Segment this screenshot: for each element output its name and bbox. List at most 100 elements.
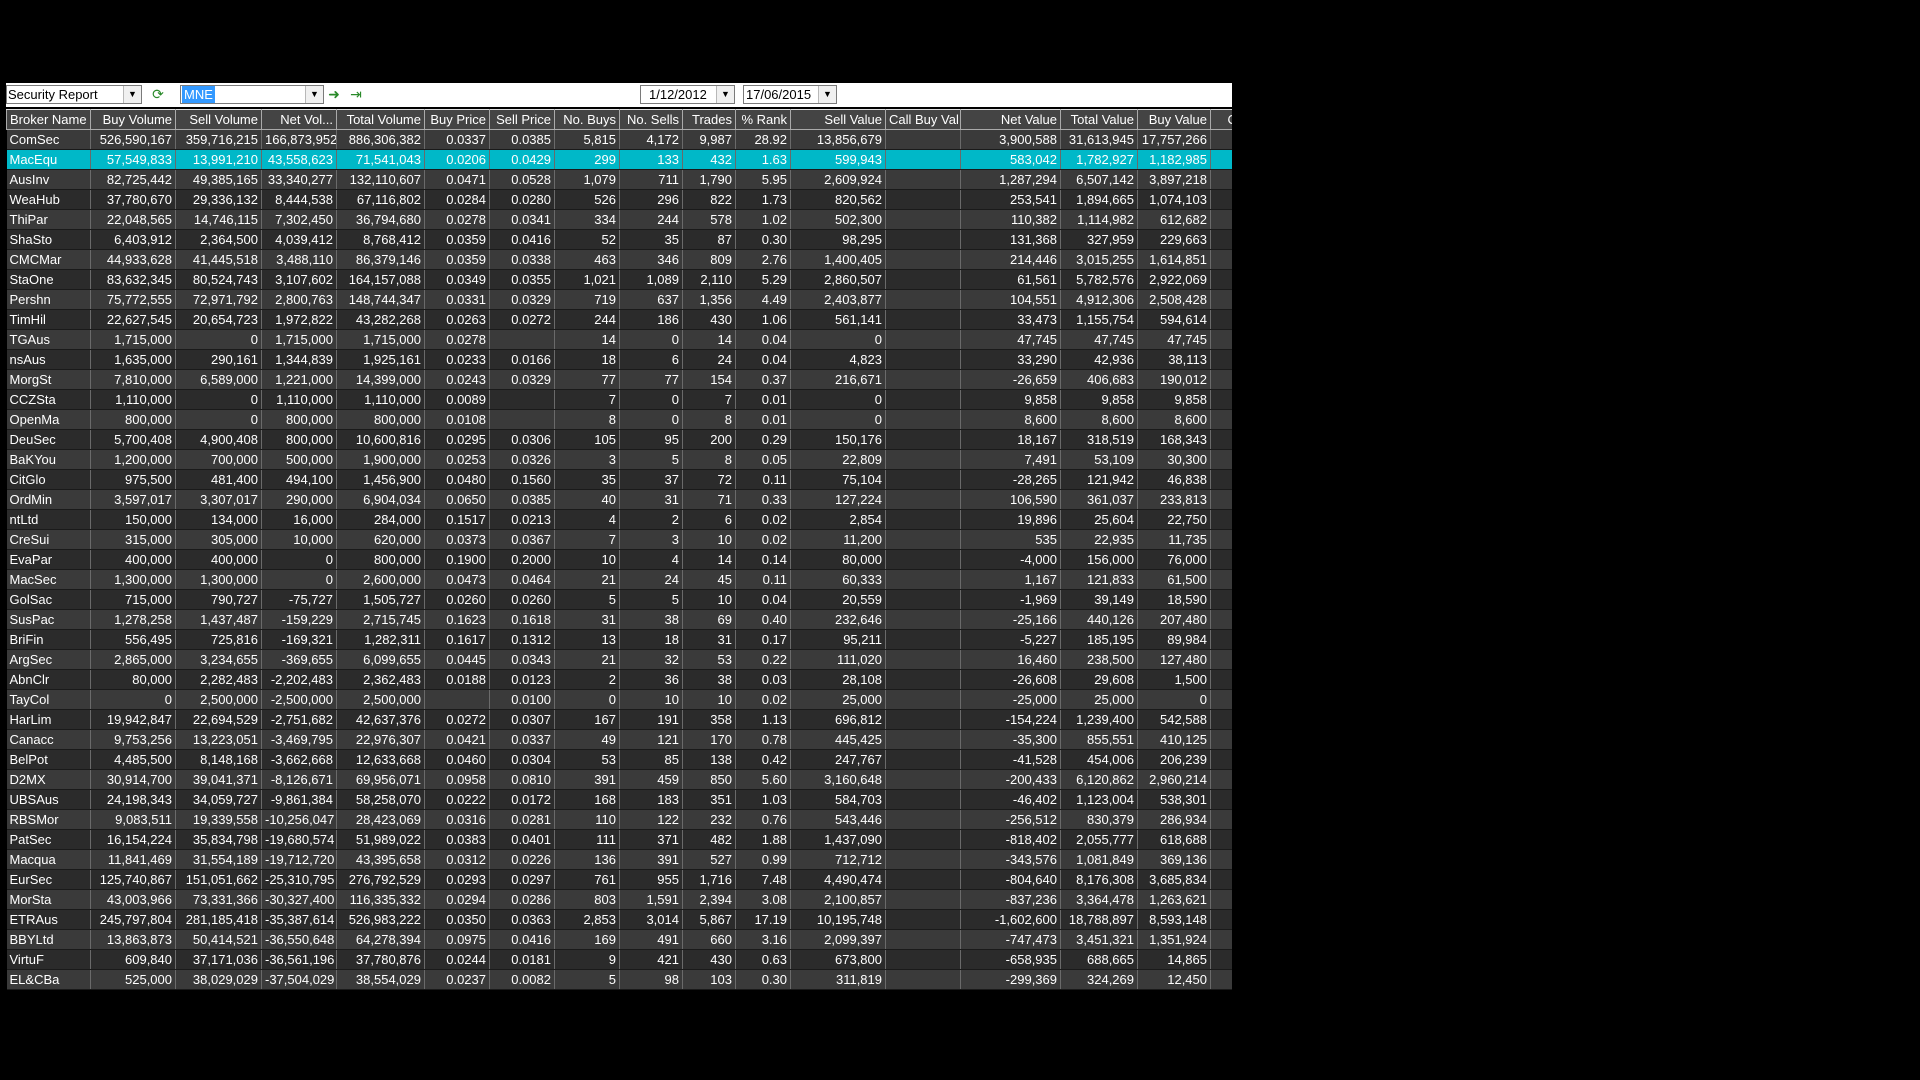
table-row[interactable]: BBYLtd 13,863,873 50,414,521 -36,550,648 64,… <box>6 929 1232 950</box>
table-row[interactable]: CMCMar 44,933,628 41,445,518 3,488,110 86,37… <box>6 249 1232 270</box>
table-row[interactable]: ntLtd 150,000 134,000 16,000 284,000 0.1517 0.… <box>6 509 1232 530</box>
chevron-down-icon[interactable]: ▼ <box>305 86 323 103</box>
column-header[interactable]: Buy Value <box>1137 109 1211 130</box>
table-row[interactable]: GolSac 715,000 790,727 -75,727 1,505,727 0.02… <box>6 589 1232 610</box>
table-row[interactable]: Macqua 11,841,469 31,554,189 -19,712,720 43,… <box>6 849 1232 870</box>
column-header[interactable]: Net Vol... <box>261 109 337 130</box>
table-cell <box>1210 789 1232 810</box>
table-row[interactable]: ComSec 526,590,167 359,716,215 166,873,952 8… <box>6 129 1232 150</box>
table-row[interactable]: StaOne 83,632,345 80,524,743 3,107,602 164,1… <box>6 269 1232 290</box>
table-row[interactable]: BriFin 556,495 725,816 -169,321 1,282,311 0.1… <box>6 629 1232 650</box>
table-cell: 36 <box>619 669 683 690</box>
table-row[interactable]: CreSui 315,000 305,000 10,000 620,000 0.0373 0… <box>6 529 1232 550</box>
broker-name-cell: D2MX <box>6 769 91 790</box>
table-row[interactable]: OrdMin 3,597,017 3,307,017 290,000 6,904,034… <box>6 489 1232 510</box>
table-cell: 0.2000 <box>489 549 555 570</box>
column-header[interactable]: Cal <box>1210 109 1232 130</box>
table-row[interactable]: UBSAus 24,198,343 34,059,727 -9,861,384 58,2… <box>6 789 1232 810</box>
table-cell: 3,364,478 <box>1060 889 1138 910</box>
table-cell: 700,000 <box>175 449 262 470</box>
table-row[interactable]: D2MX 30,914,700 39,041,371 -8,126,671 69,956… <box>6 769 1232 790</box>
table-cell: 1,972,822 <box>261 309 337 330</box>
table-row[interactable]: PatSec 16,154,224 35,834,798 -19,680,574 51,… <box>6 829 1232 850</box>
table-cell: 463 <box>554 249 620 270</box>
column-header[interactable]: Trades <box>682 109 736 130</box>
column-header[interactable]: Buy Volume <box>90 109 176 130</box>
end-date-picker[interactable]: 17/06/2015 ▼ <box>743 85 837 104</box>
report-type-select[interactable]: Security Report ▼ <box>6 85 142 104</box>
column-header[interactable]: % Rank <box>735 109 791 130</box>
table-row[interactable]: TimHil 22,627,545 20,654,723 1,972,822 43,28… <box>6 309 1232 330</box>
table-row[interactable]: AbnClr 80,000 2,282,483 -2,202,483 2,362,483… <box>6 669 1232 690</box>
table-row[interactable]: Pershn 75,772,555 72,971,792 2,800,763 148,7… <box>6 289 1232 310</box>
table-cell: 315,000 <box>90 529 176 550</box>
table-cell: 0.0329 <box>489 289 555 310</box>
column-header[interactable]: Buy Price <box>424 109 490 130</box>
table-cell <box>885 309 961 330</box>
table-row[interactable]: BelPot 4,485,500 8,148,168 -3,662,668 12,633… <box>6 749 1232 770</box>
table-row[interactable]: EurSec 125,740,867 151,051,662 -25,310,795 2… <box>6 869 1232 890</box>
table-row[interactable]: VirtuF 609,840 37,171,036 -36,561,196 37,780… <box>6 949 1232 970</box>
table-row[interactable]: SusPac 1,278,258 1,437,487 -159,229 2,715,74… <box>6 609 1232 630</box>
table-row[interactable]: BaKYou 1,200,000 700,000 500,000 1,900,000 0.… <box>6 449 1232 470</box>
table-row[interactable]: EL&CBa 525,000 38,029,029 -37,504,029 38,554… <box>6 969 1232 990</box>
table-cell: 2,500,000 <box>336 689 425 710</box>
chevron-down-icon[interactable]: ▼ <box>716 86 734 103</box>
column-header[interactable]: Sell Volume <box>175 109 262 130</box>
chevron-down-icon[interactable]: ▼ <box>123 86 141 103</box>
table-row[interactable]: MorSta 43,003,966 73,331,366 -30,327,400 116… <box>6 889 1232 910</box>
column-header[interactable]: Total Value <box>1060 109 1138 130</box>
table-row[interactable]: ArgSec 2,865,000 3,234,655 -369,655 6,099,65… <box>6 649 1232 670</box>
table-row[interactable]: AusInv 82,725,442 49,385,165 33,340,277 132,… <box>6 169 1232 190</box>
column-header[interactable]: Net Value <box>960 109 1061 130</box>
table-row[interactable]: ShaSto 6,403,912 2,364,500 4,039,412 8,768,4… <box>6 229 1232 250</box>
column-header[interactable]: Call Buy Val <box>885 109 961 130</box>
column-header[interactable]: Broker Name <box>6 109 91 130</box>
security-code-select[interactable]: MNE ▼ <box>180 85 324 104</box>
refresh-icon[interactable]: ⟳ <box>150 86 166 102</box>
table-cell: 18,167 <box>960 429 1061 450</box>
table-row[interactable]: DeuSec 5,700,408 4,900,408 800,000 10,600,81… <box>6 429 1232 450</box>
table-row[interactable]: OpenMa 800,000 0 800,000 800,000 0.0108 8 0 8 0.0… <box>6 409 1232 430</box>
table-row[interactable]: CCZSta 1,110,000 0 1,110,000 1,110,000 0.0089… <box>6 389 1232 410</box>
table-cell: 0.0181 <box>489 949 555 970</box>
table-row[interactable]: Canacc 9,753,256 13,223,051 -3,469,795 22,97… <box>6 729 1232 750</box>
table-cell <box>1210 489 1232 510</box>
table-cell: 9,753,256 <box>90 729 176 750</box>
start-date-picker[interactable]: 1/12/2012 ▼ <box>640 85 735 104</box>
table-cell: 38,113 <box>1137 349 1211 370</box>
table-row[interactable]: nsAus 1,635,000 290,161 1,344,839 1,925,161 0… <box>6 349 1232 370</box>
table-row[interactable]: TGAus 1,715,000 0 1,715,000 1,715,000 0.0278 1… <box>6 329 1232 350</box>
table-cell: 296 <box>619 189 683 210</box>
table-row[interactable]: MorgSt 7,810,000 6,589,000 1,221,000 14,399,… <box>6 369 1232 390</box>
table-cell: 2,715,745 <box>336 609 425 630</box>
table-cell: 95 <box>619 429 683 450</box>
table-row[interactable]: WeaHub 37,780,670 29,336,132 8,444,538 67,11… <box>6 189 1232 210</box>
table-cell: 2,364,500 <box>175 229 262 250</box>
table-cell: 8 <box>682 409 736 430</box>
table-cell: -1,969 <box>960 589 1061 610</box>
go-arrow-icon[interactable]: ➜ <box>326 86 342 102</box>
table-cell: 0.17 <box>735 629 791 650</box>
export-icon[interactable]: ⇥ <box>348 86 364 102</box>
table-row[interactable]: CitGlo 975,500 481,400 494,100 1,456,900 0.04… <box>6 469 1232 490</box>
table-row[interactable]: EvaPar 400,000 400,000 0 800,000 0.1900 0.2000… <box>6 549 1232 570</box>
chevron-down-icon[interactable]: ▼ <box>818 86 836 103</box>
table-cell <box>1210 849 1232 870</box>
table-cell: 244 <box>619 209 683 230</box>
table-cell: 2,099,397 <box>790 929 886 950</box>
table-row[interactable]: MacSec 1,300,000 1,300,000 0 2,600,000 0.0473… <box>6 569 1232 590</box>
column-header[interactable]: Total Volume <box>336 109 425 130</box>
table-row[interactable]: RBSMor 9,083,511 19,339,558 -10,256,047 28,4… <box>6 809 1232 830</box>
table-row[interactable]: ETRAus 245,797,804 281,185,418 -35,387,614 5… <box>6 909 1232 930</box>
column-header[interactable]: Sell Price <box>489 109 555 130</box>
table-cell: 0.0213 <box>489 509 555 530</box>
table-row[interactable]: MacEqu 57,549,833 13,991,210 43,558,623 71,5… <box>6 149 1232 170</box>
column-header[interactable]: No. Buys <box>554 109 620 130</box>
column-header[interactable]: Sell Value <box>790 109 886 130</box>
table-cell <box>1210 209 1232 230</box>
column-header[interactable]: No. Sells <box>619 109 683 130</box>
table-row[interactable]: HarLim 19,942,847 22,694,529 -2,751,682 42,6… <box>6 709 1232 730</box>
table-row[interactable]: TayCol 0 2,500,000 -2,500,000 2,500,000 0.010… <box>6 689 1232 710</box>
table-row[interactable]: ThiPar 22,048,565 14,746,115 7,302,450 36,79… <box>6 209 1232 230</box>
